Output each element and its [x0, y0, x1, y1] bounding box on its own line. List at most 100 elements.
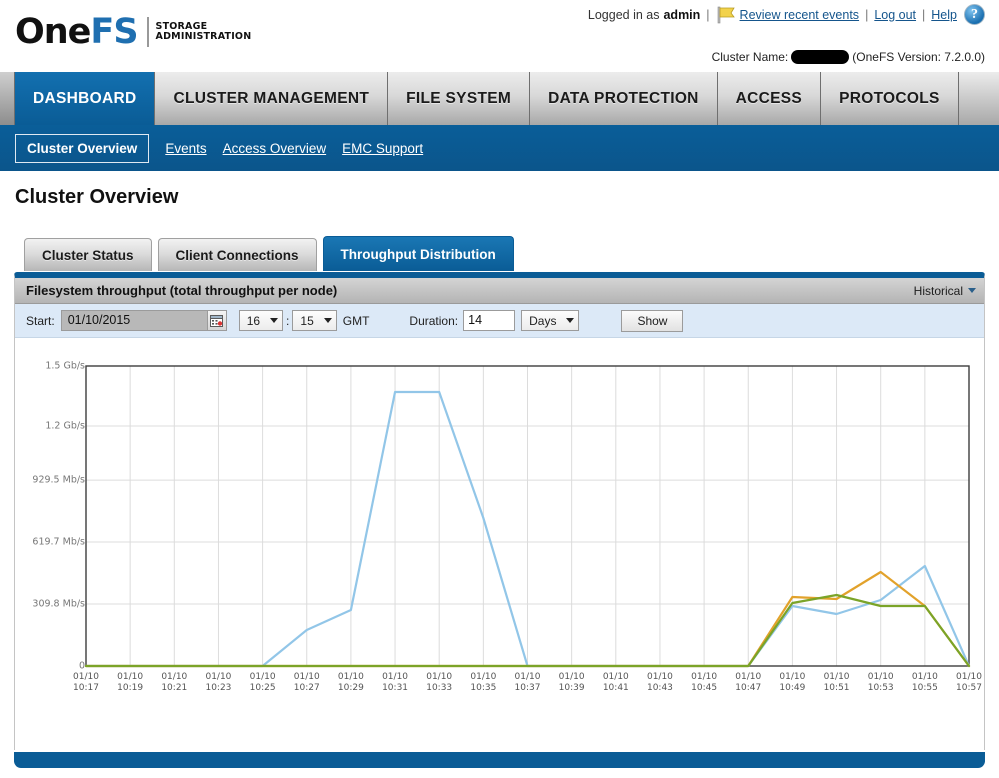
historical-mode-label: Historical: [913, 283, 963, 298]
chevron-down-icon: [968, 288, 976, 293]
x-tick-time: 10:31: [382, 683, 409, 693]
account-divider-2: |: [865, 7, 869, 22]
page-header: One FS STORAGE ADMINISTRATION Logged in a…: [0, 0, 999, 72]
logo-text-fs: FS: [90, 12, 138, 52]
tab-client-connections[interactable]: Client Connections: [157, 238, 317, 271]
cluster-name-redacted-value: [791, 50, 850, 64]
x-tick-time: 10:41: [602, 683, 629, 693]
x-axis-tick-label: 01/10 10:23: [205, 672, 231, 694]
content-tabs: Cluster Status Client Connections Throughp…: [24, 236, 514, 271]
x-tick-time: 10:43: [646, 683, 673, 693]
x-tick-date: 01/10: [558, 672, 585, 682]
x-axis-tick-label: 01/10 10:25: [250, 672, 276, 694]
x-axis-tick-label: 01/10 10:55: [912, 672, 938, 694]
x-tick-date: 01/10: [293, 672, 320, 682]
logo-subtitle-line1: STORAGE: [155, 20, 208, 32]
show-button[interactable]: Show: [621, 309, 684, 332]
hour-value: 16: [246, 313, 261, 328]
duration-input[interactable]: 14: [463, 310, 516, 331]
help-link[interactable]: Help: [931, 8, 957, 22]
x-tick-date: 01/10: [117, 672, 144, 682]
logged-in-label: Logged in as: [587, 7, 660, 22]
x-tick-date: 01/10: [779, 672, 806, 682]
panel-title: Filesystem throughput (total throughput …: [26, 283, 338, 298]
x-tick-date: 01/10: [426, 672, 453, 682]
x-tick-time: 10:33: [426, 683, 453, 693]
nav-tab-dashboard[interactable]: DASHBOARD: [15, 72, 156, 125]
x-axis-tick-label: 01/10 10:41: [603, 672, 629, 694]
account-divider-3: |: [922, 7, 926, 22]
x-axis-tick-label: 01/10 10:47: [735, 672, 761, 694]
subnav-item-emc-support[interactable]: EMC Support: [342, 141, 423, 156]
x-axis-tick-label: 01/10 10:35: [470, 672, 496, 694]
x-axis-tick-label: 01/10 10:57: [956, 672, 982, 694]
x-tick-date: 01/10: [73, 672, 99, 682]
x-tick-time: 10:29: [337, 683, 364, 693]
nav-tab-access[interactable]: ACCESS: [717, 72, 822, 125]
x-tick-date: 01/10: [337, 672, 364, 682]
tab-throughput-distribution[interactable]: Throughput Distribution: [322, 236, 514, 271]
x-tick-time: 10:17: [73, 683, 99, 693]
minute-select[interactable]: 15: [292, 310, 337, 331]
subnav-item-events[interactable]: Events: [165, 141, 206, 156]
time-colon: :: [286, 313, 290, 328]
x-tick-date: 01/10: [823, 672, 850, 682]
duration-unit-select[interactable]: Days: [521, 310, 580, 331]
tab-cluster-status[interactable]: Cluster Status: [24, 238, 152, 271]
y-axis-tick-label: 309.8 Mb/s: [32, 598, 85, 610]
duration-label: Duration:: [409, 313, 459, 328]
x-axis-tick-label: 01/10 10:39: [559, 672, 585, 694]
subnav-item-access-overview[interactable]: Access Overview: [223, 141, 327, 156]
nav-tab-file-system[interactable]: FILE SYSTEM: [388, 72, 531, 125]
y-axis-tick-label: 1.5 Gb/s: [45, 360, 85, 372]
timezone-label: GMT: [342, 313, 370, 328]
x-tick-date: 01/10: [249, 672, 276, 682]
x-tick-time: 10:25: [249, 683, 276, 693]
page-root: One FS STORAGE ADMINISTRATION Logged in a…: [0, 0, 999, 778]
x-axis-tick-label: 01/10 10:51: [824, 672, 850, 694]
x-tick-time: 10:19: [117, 683, 144, 693]
logout-link[interactable]: Log out: [874, 8, 916, 22]
x-axis-tick-label: 01/10 10:37: [515, 672, 541, 694]
x-tick-time: 10:47: [735, 683, 762, 693]
subnav-item-cluster-overview[interactable]: Cluster Overview: [15, 133, 150, 163]
chevron-down-icon: [566, 318, 575, 323]
cluster-name-label: Cluster Name:: [711, 50, 789, 64]
x-axis-tick-label: 01/10 10:31: [382, 672, 408, 694]
y-axis-tick-label: 1.2 Gb/s: [45, 420, 85, 432]
review-recent-events-link[interactable]: Review recent events: [740, 8, 860, 22]
panel-header: Filesystem throughput (total throughput …: [15, 278, 984, 304]
nav-tab-cluster-management[interactable]: CLUSTER MANAGEMENT: [155, 72, 389, 125]
x-tick-date: 01/10: [646, 672, 673, 682]
nav-left-edge: [0, 72, 15, 125]
hour-select[interactable]: 16: [238, 310, 284, 331]
x-tick-date: 01/10: [514, 672, 541, 682]
sub-navigation: Cluster Overview Events Access Overview EMC…: [0, 125, 999, 171]
onefs-version-label: (OneFS Version: 7.2.0.0): [852, 50, 985, 64]
historical-mode-selector[interactable]: Historical: [914, 284, 976, 298]
x-tick-time: 10:37: [514, 683, 541, 693]
logo-subtitle: STORAGE ADMINISTRATION: [155, 20, 252, 43]
x-axis-tick-label: 01/10 10:43: [647, 672, 673, 694]
y-axis-tick-label: 929.5 Mb/s: [32, 474, 85, 486]
x-axis-tick-label: 01/10 10:19: [117, 672, 143, 694]
x-tick-time: 10:21: [161, 683, 188, 693]
help-icon[interactable]: ?: [964, 4, 985, 25]
start-date-value[interactable]: 01/10/2015: [61, 311, 207, 330]
nav-tab-protocols[interactable]: PROTOCOLS: [821, 72, 959, 125]
x-tick-date: 01/10: [867, 672, 894, 682]
x-axis-tick-label: 01/10 10:45: [691, 672, 717, 694]
x-tick-date: 01/10: [161, 672, 188, 682]
x-axis-tick-label: 01/10 10:27: [294, 672, 320, 694]
x-tick-time: 10:27: [293, 683, 320, 693]
x-tick-date: 01/10: [691, 672, 718, 682]
chevron-down-icon: [323, 318, 332, 323]
flag-icon: [716, 6, 736, 24]
duration-unit-value: Days: [529, 313, 557, 328]
start-date-field[interactable]: 01/10/2015: [60, 310, 227, 331]
calendar-icon[interactable]: [206, 311, 226, 330]
main-navigation: DASHBOARD CLUSTER MANAGEMENT FILE SYSTEM DA…: [0, 72, 999, 125]
onefs-logo: One FS STORAGE ADMINISTRATION: [15, 12, 251, 52]
main-navigation-items: DASHBOARD CLUSTER MANAGEMENT FILE SYSTEM DA…: [0, 72, 999, 125]
nav-tab-data-protection[interactable]: DATA PROTECTION: [530, 72, 718, 125]
